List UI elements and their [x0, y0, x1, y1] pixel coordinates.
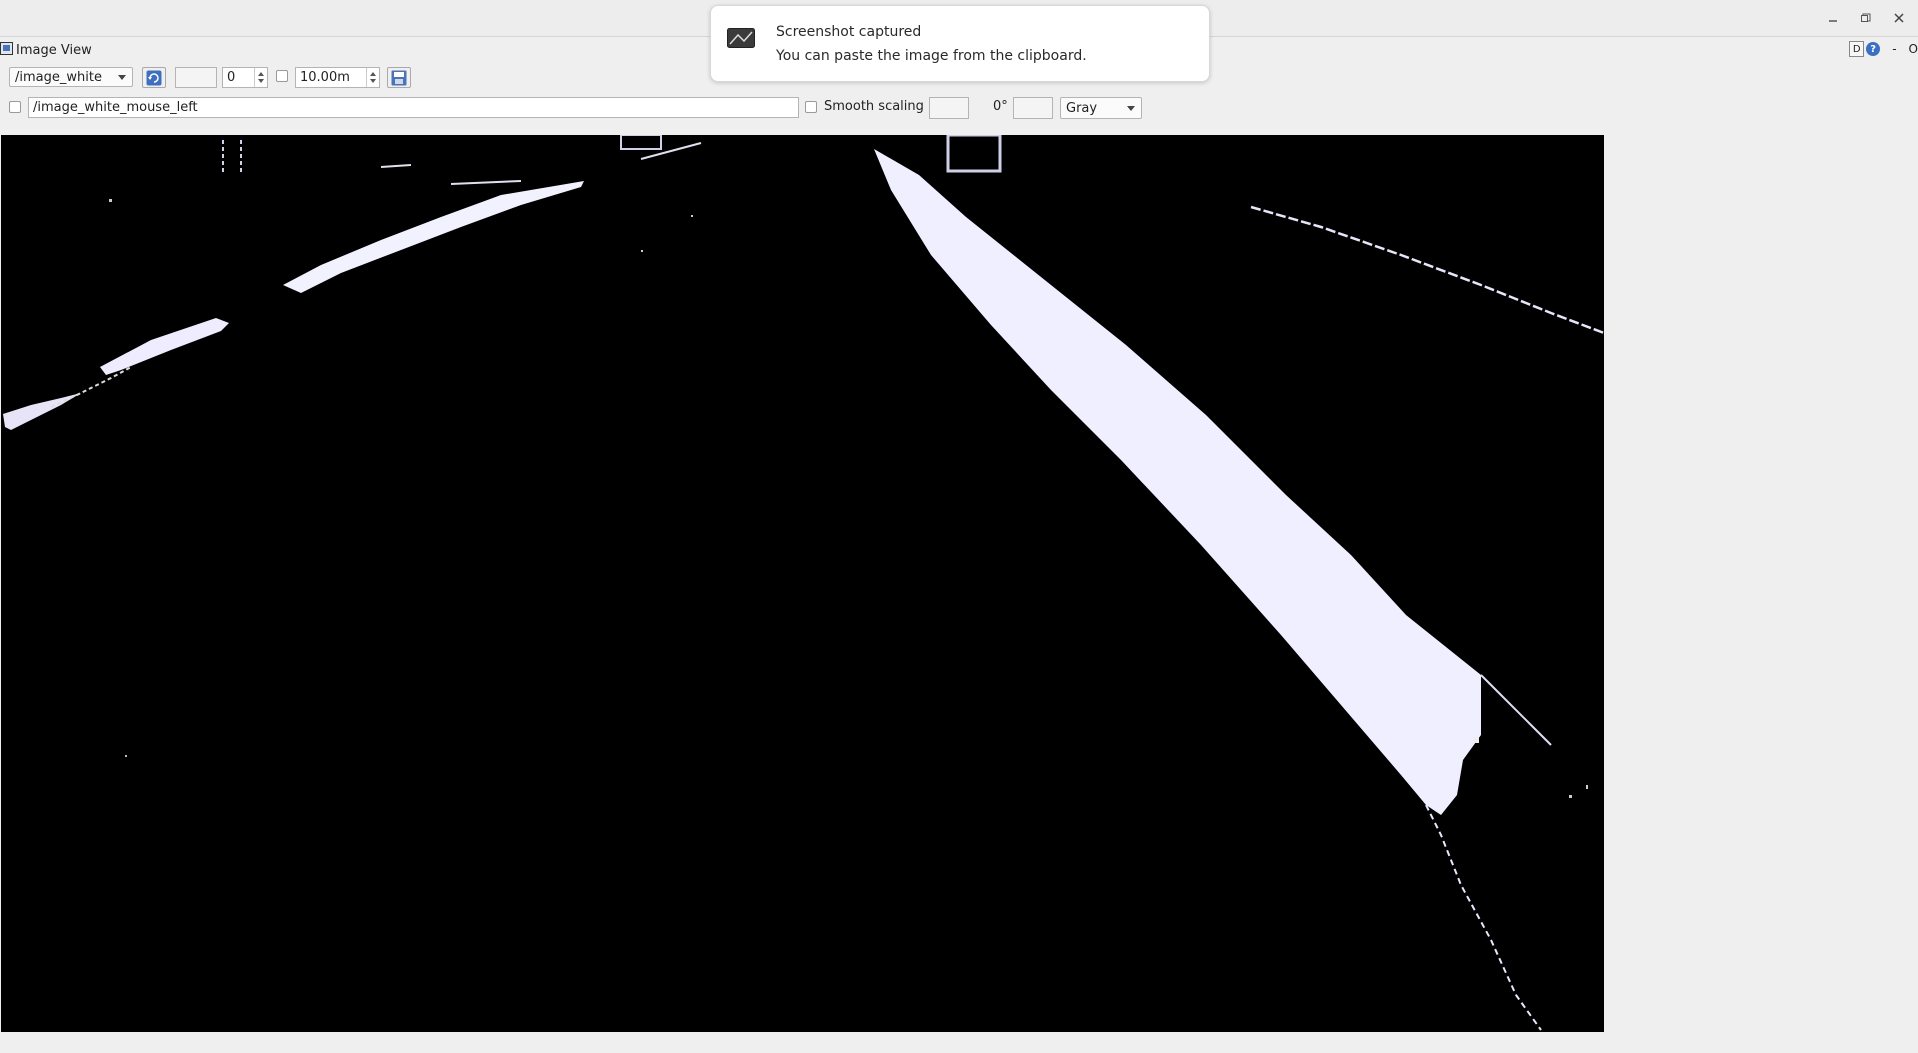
refresh-icon [146, 70, 162, 85]
dock-button[interactable]: D [1849, 41, 1865, 57]
speck [641, 250, 643, 252]
refresh-topics-button[interactable] [142, 67, 166, 88]
mouse-topic-value: /image_white_mouse_left [33, 100, 198, 115]
plugin-title: Image View [16, 42, 92, 58]
notification-message: You can paste the image from the clipboa… [776, 48, 1087, 64]
rate-checkbox[interactable] [276, 70, 288, 82]
colormap-select[interactable]: Gray [1060, 97, 1142, 119]
chevron-down-icon [118, 75, 126, 80]
speck [1473, 737, 1479, 743]
topic-select[interactable]: /image_white [9, 67, 133, 87]
blank-field[interactable] [175, 67, 217, 88]
mouse-publish-checkbox[interactable] [9, 101, 21, 113]
spin-box[interactable]: 0 [222, 67, 268, 88]
speck [109, 199, 112, 202]
screenshot-notification[interactable]: Screenshot captured You can paste the im… [710, 5, 1210, 82]
rotation-label: 0° [993, 99, 1008, 114]
colormap-value: Gray [1066, 100, 1098, 116]
spin-arrows[interactable] [254, 68, 267, 87]
plugin-header: Image View [0, 41, 92, 59]
save-image-button[interactable] [387, 67, 411, 88]
spin-box-value: 0 [227, 70, 236, 85]
close-plugin-button[interactable]: O [1909, 42, 1918, 56]
rate-spin-box[interactable]: 10.00m [295, 67, 380, 88]
smooth-scaling-label: Smooth scaling [824, 99, 924, 114]
mouse-topic-field[interactable]: /image_white_mouse_left [28, 97, 799, 118]
rotate-left-button[interactable] [929, 97, 969, 119]
speck [125, 755, 127, 757]
minimize-icon[interactable] [1823, 8, 1843, 28]
image-content [1, 135, 1604, 1032]
notification-title: Screenshot captured [776, 24, 922, 40]
maximize-icon[interactable] [1856, 8, 1876, 28]
smooth-scaling-checkbox[interactable] [805, 101, 817, 113]
rate-value: 10.00m [300, 70, 350, 85]
image-view-icon [0, 41, 13, 59]
screenshot-icon [727, 28, 755, 52]
plugin-controls: D ? - O [1849, 41, 1918, 57]
help-icon[interactable]: ? [1866, 42, 1881, 56]
rate-spin-arrows[interactable] [366, 68, 379, 87]
save-image-icon [391, 70, 407, 85]
chevron-down-icon [1127, 106, 1135, 111]
speck [1586, 785, 1588, 789]
speck [691, 215, 693, 217]
rotate-right-button[interactable] [1013, 97, 1053, 119]
topic-select-value: /image_white [15, 69, 102, 85]
speck [1569, 795, 1572, 798]
image-display[interactable] [1, 135, 1604, 1032]
close-icon[interactable] [1889, 8, 1909, 28]
dash-separator: - [1892, 42, 1897, 56]
